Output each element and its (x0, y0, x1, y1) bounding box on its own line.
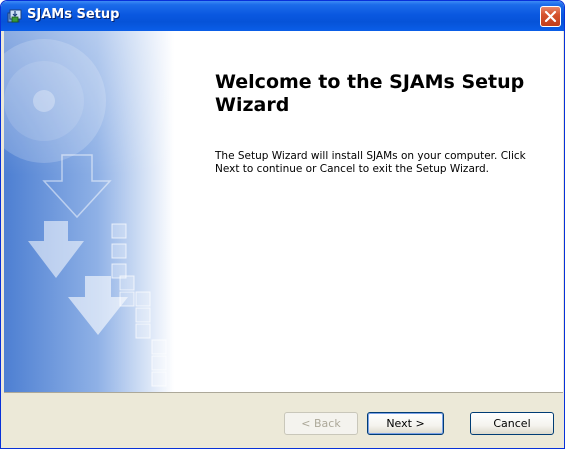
close-button[interactable] (540, 6, 561, 27)
close-icon (544, 10, 557, 23)
window-title: SJAMs Setup (27, 7, 120, 22)
button-bar: < Back Next > Cancel (4, 392, 563, 447)
next-button[interactable]: Next > (367, 412, 444, 435)
wizard-content: Welcome to the SJAMs Setup Wizard The Se… (4, 31, 563, 392)
wizard-banner-graphic (4, 31, 174, 392)
welcome-heading: Welcome to the SJAMs Setup Wizard (215, 71, 525, 116)
title-bar[interactable]: SJAMs Setup (1, 1, 564, 31)
welcome-description: The Setup Wizard will install SJAMs on y… (215, 150, 526, 175)
setup-window: SJAMs Setup Welcome to the SJAMs Setup W… (0, 0, 565, 449)
installer-icon (7, 8, 23, 24)
back-button[interactable]: < Back (284, 412, 358, 435)
cancel-button[interactable]: Cancel (470, 412, 554, 435)
